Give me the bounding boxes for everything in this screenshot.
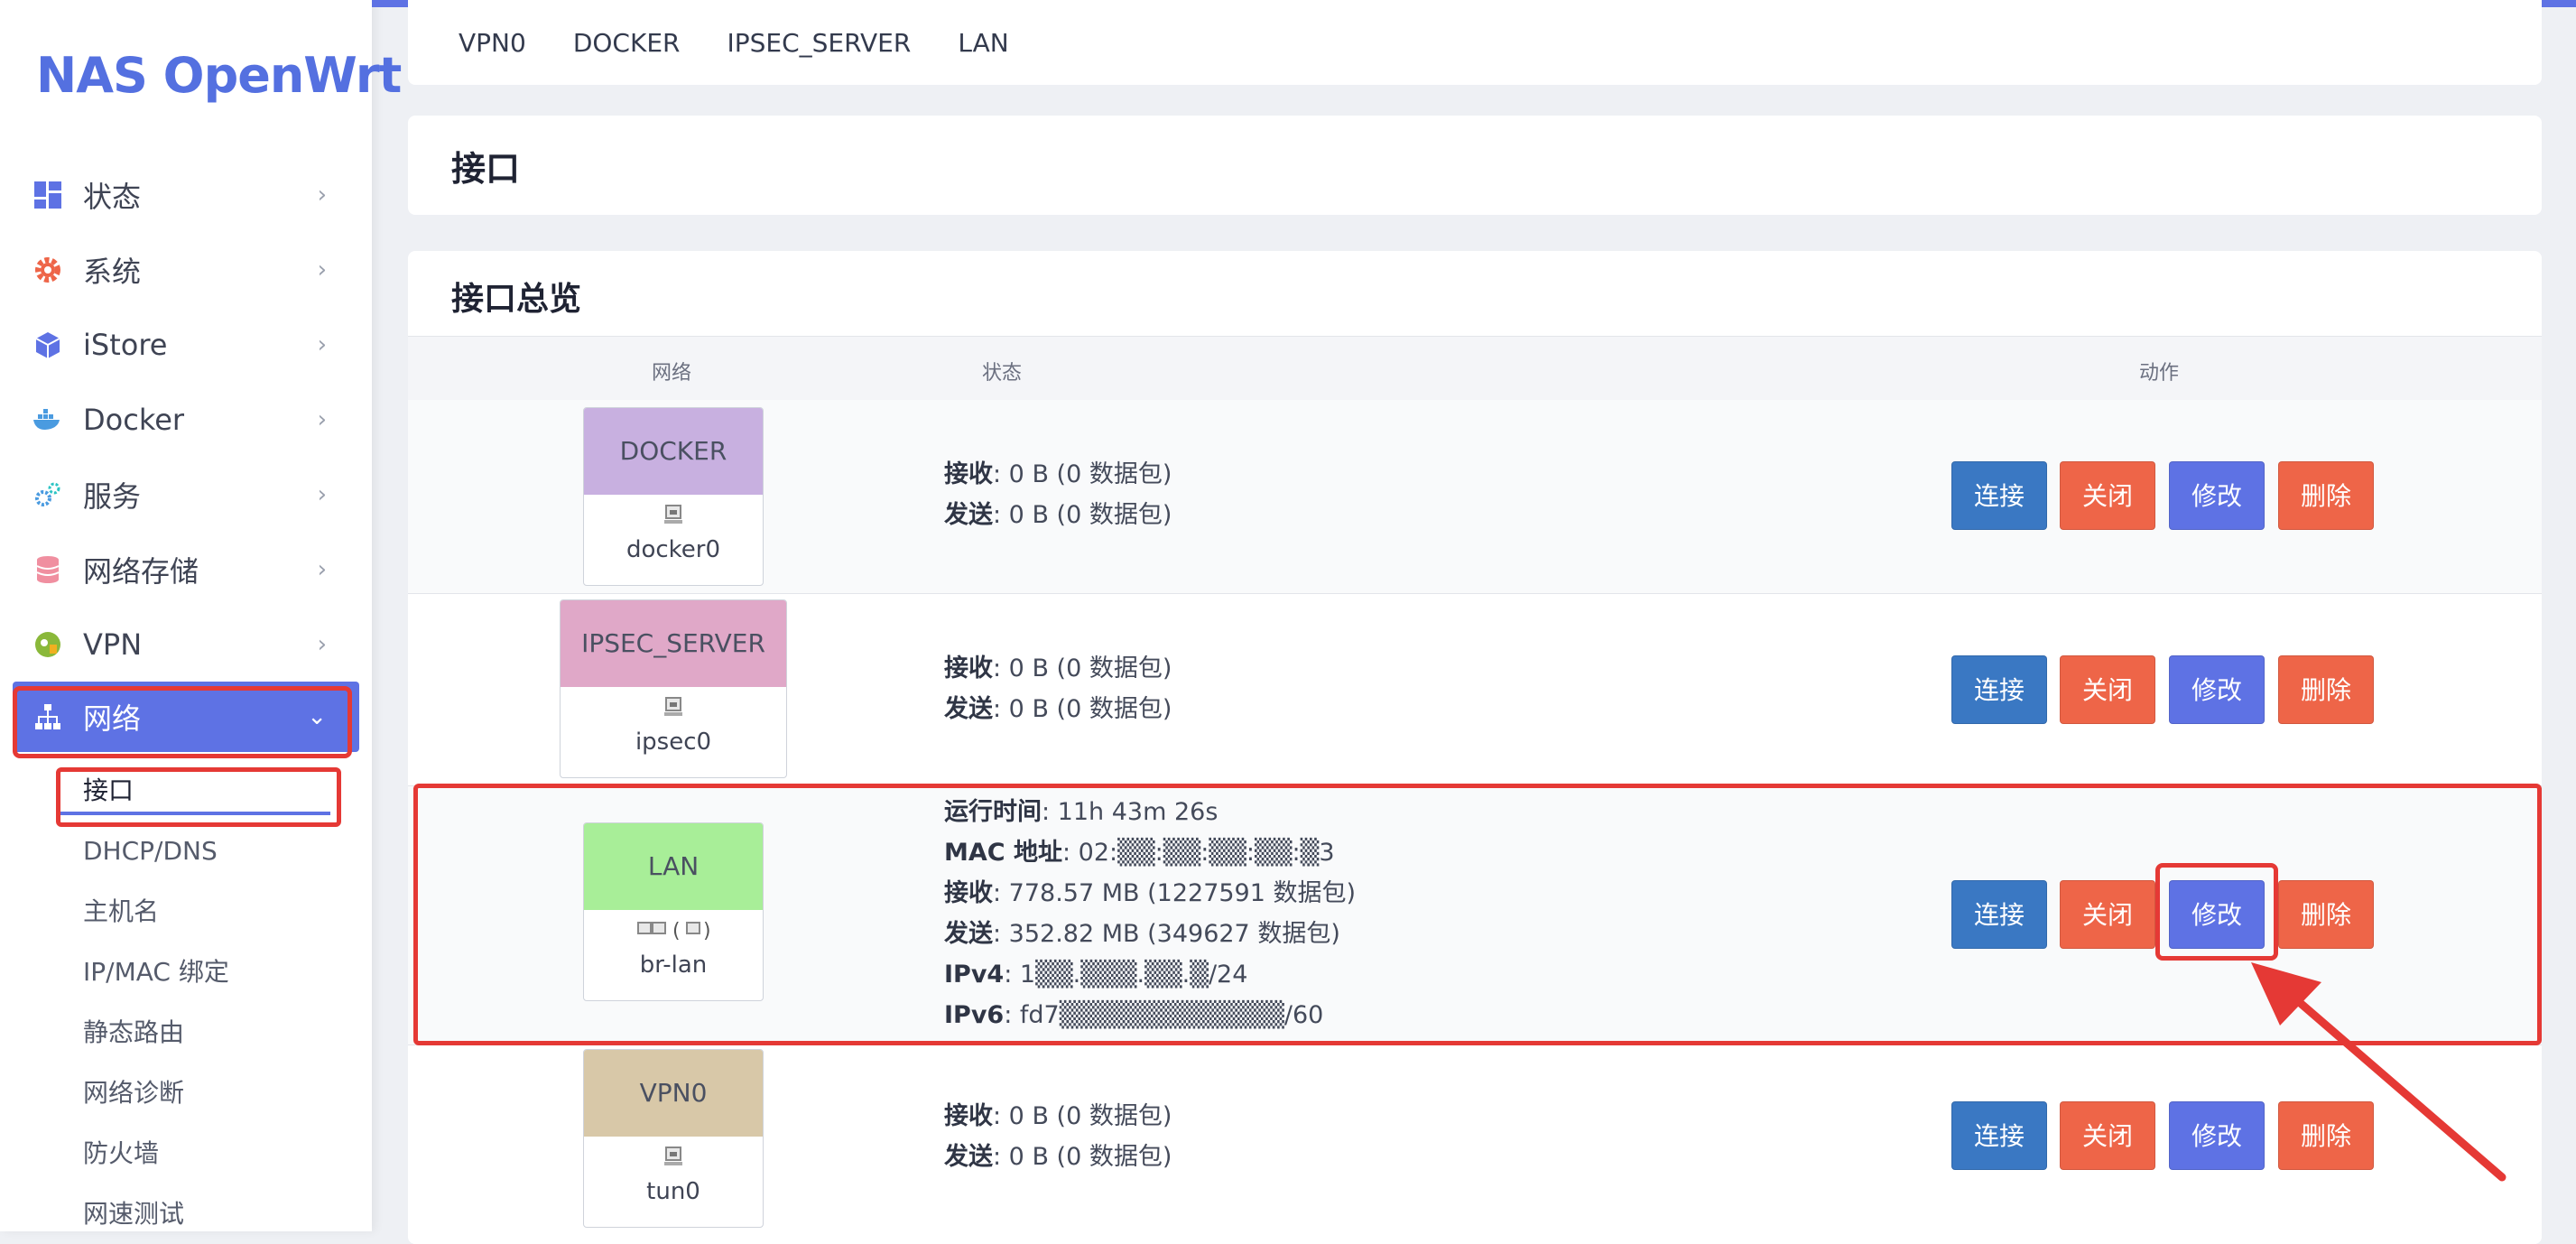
interface-status: 接收: 0 B (0 数据包) 发送: 0 B (0 数据包): [944, 648, 1172, 729]
section-title: 接口总览: [451, 281, 582, 318]
network-name: DOCKER: [584, 408, 763, 495]
connect-button[interactable]: 连接: [1951, 1101, 2047, 1170]
brand-logo: NAS OpenWrt: [36, 47, 402, 104]
status-value: : 0 B (0 数据包): [993, 1102, 1172, 1130]
status-value: : 0 B (0 数据包): [993, 695, 1172, 723]
sidebar-item-vpn[interactable]: VPN ›: [0, 607, 372, 682]
status-label: 接收: [944, 654, 993, 682]
network-badge[interactable]: IPSEC_SERVER ipsec0: [560, 599, 787, 778]
dashboard-icon: [32, 180, 63, 210]
sidebar-item-label: 系统: [83, 254, 142, 289]
status-value: : 0 B (0 数据包): [993, 460, 1172, 488]
services-icon: [32, 479, 63, 510]
submenu-item-static-routes[interactable]: 静态路由: [0, 1002, 372, 1063]
status-label: 接收: [944, 1102, 993, 1130]
interface-status: 接收: 0 B (0 数据包) 发送: 0 B (0 数据包): [944, 1096, 1172, 1177]
table-row: IPSEC_SERVER ipsec0 接收: 0 B (0 数据包) 发送: …: [408, 594, 2542, 786]
network-badge[interactable]: DOCKER docker0: [583, 407, 764, 586]
device-name: ipsec0: [635, 729, 712, 756]
status-label: 发送: [944, 501, 993, 529]
sidebar: NAS OpenWrt 状态 › 系统 › iStore › Docker › …: [0, 0, 402, 1231]
gear-icon: [32, 255, 63, 285]
sidebar-item-docker[interactable]: Docker ›: [0, 382, 372, 457]
edit-button[interactable]: 修改: [2169, 655, 2265, 724]
submenu-item-diagnostics[interactable]: 网络诊断: [0, 1063, 372, 1123]
status-value: : 0 B (0 数据包): [993, 1143, 1172, 1171]
box-icon: [32, 330, 63, 360]
submenu-item-hostnames[interactable]: 主机名: [0, 881, 372, 942]
sidebar-item-services[interactable]: 服务 ›: [0, 457, 372, 532]
sidebar-menu: 状态 › 系统 › iStore › Docker › 服务 › 网络存储 › …: [0, 157, 372, 752]
chevron-right-icon: ›: [317, 181, 327, 209]
chevron-right-icon: ›: [317, 405, 327, 433]
status-value: : 0 B (0 数据包): [993, 501, 1172, 529]
sidebar-item-label: Docker: [83, 402, 185, 437]
table-row: VPN0 tun0 接收: 0 B (0 数据包) 发送: 0 B (0 数据包…: [408, 1045, 2542, 1244]
highlight-outline: [2155, 863, 2278, 961]
sidebar-item-label: 状态: [83, 179, 142, 214]
connect-button[interactable]: 连接: [1951, 461, 2047, 530]
sidebar-item-label: 服务: [83, 478, 142, 514]
ethernet-port-icon: [561, 694, 786, 727]
sidebar-item-label: 网络存储: [83, 553, 199, 589]
table-row: DOCKER docker0 接收: 0 B (0 数据包) 发送: 0 B (…: [408, 400, 2542, 594]
submenu-item-ip-mac-binding[interactable]: IP/MAC 绑定: [0, 942, 372, 1002]
status-value: : 0 B (0 数据包): [993, 654, 1172, 682]
stop-button[interactable]: 关闭: [2060, 1101, 2155, 1170]
network-badge[interactable]: VPN0 tun0: [583, 1049, 764, 1228]
tab-ipsec-server[interactable]: IPSEC_SERVER: [727, 28, 911, 58]
docker-icon: [32, 404, 63, 435]
sidebar-item-storage[interactable]: 网络存储 ›: [0, 532, 372, 607]
sidebar-submenu: 接口 DHCP/DNS 主机名 IP/MAC 绑定 静态路由 网络诊断 防火墙 …: [0, 760, 372, 1244]
vpn-icon: [32, 629, 63, 660]
column-header-network: 网络: [652, 362, 692, 385]
highlight-outline: [13, 686, 352, 758]
delete-button[interactable]: 删除: [2278, 461, 2374, 530]
table-header: 网络 状态 动作: [408, 336, 2542, 401]
network-name: IPSEC_SERVER: [561, 600, 786, 687]
status-label: 接收: [944, 460, 993, 488]
page-title-card: 接口: [408, 116, 2542, 215]
edit-button[interactable]: 修改: [2169, 461, 2265, 530]
device-name: docker0: [625, 536, 721, 563]
network-name: VPN0: [584, 1050, 763, 1137]
column-header-actions: 动作: [2139, 362, 2180, 385]
interface-overview-card: 接口总览 网络 状态 动作 DOCKER docker0 接收: 0 B (0 …: [408, 251, 2542, 1244]
ethernet-port-icon: [584, 1144, 763, 1176]
connect-button[interactable]: 连接: [1951, 655, 2047, 724]
chevron-right-icon: ›: [317, 255, 327, 283]
status-label: 发送: [944, 1143, 993, 1171]
device-name: tun0: [646, 1178, 700, 1205]
column-header-status: 状态: [982, 362, 1023, 385]
highlight-outline: [56, 767, 341, 827]
sidebar-item-status[interactable]: 状态 ›: [0, 157, 372, 232]
submenu-item-speedtest[interactable]: 网速测试: [0, 1184, 372, 1244]
annotation-arrow-icon: [2251, 962, 2507, 1182]
chevron-right-icon: ›: [317, 630, 327, 658]
database-icon: [32, 554, 63, 585]
ethernet-port-icon: [584, 502, 763, 534]
sidebar-item-istore[interactable]: iStore ›: [0, 307, 372, 382]
chevron-right-icon: ›: [317, 330, 327, 358]
stop-button[interactable]: 关闭: [2060, 461, 2155, 530]
tab-vpn0[interactable]: VPN0: [459, 28, 526, 58]
tab-docker[interactable]: DOCKER: [573, 28, 681, 58]
sidebar-item-label: iStore: [83, 327, 168, 362]
submenu-item-firewall[interactable]: 防火墙: [0, 1123, 372, 1184]
interface-tabs: VPN0 DOCKER IPSEC_SERVER LAN: [408, 0, 2542, 85]
sidebar-item-system[interactable]: 系统 ›: [0, 232, 372, 307]
stop-button[interactable]: 关闭: [2060, 655, 2155, 724]
tab-lan[interactable]: LAN: [958, 28, 1008, 58]
status-label: 发送: [944, 695, 993, 723]
chevron-right-icon: ›: [317, 480, 327, 508]
chevron-right-icon: ›: [317, 555, 327, 583]
sidebar-item-label: VPN: [83, 627, 143, 662]
submenu-item-dhcp-dns[interactable]: DHCP/DNS: [0, 821, 372, 881]
delete-button[interactable]: 删除: [2278, 655, 2374, 724]
interface-status: 接收: 0 B (0 数据包) 发送: 0 B (0 数据包): [944, 454, 1172, 535]
page-title: 接口: [451, 149, 521, 189]
